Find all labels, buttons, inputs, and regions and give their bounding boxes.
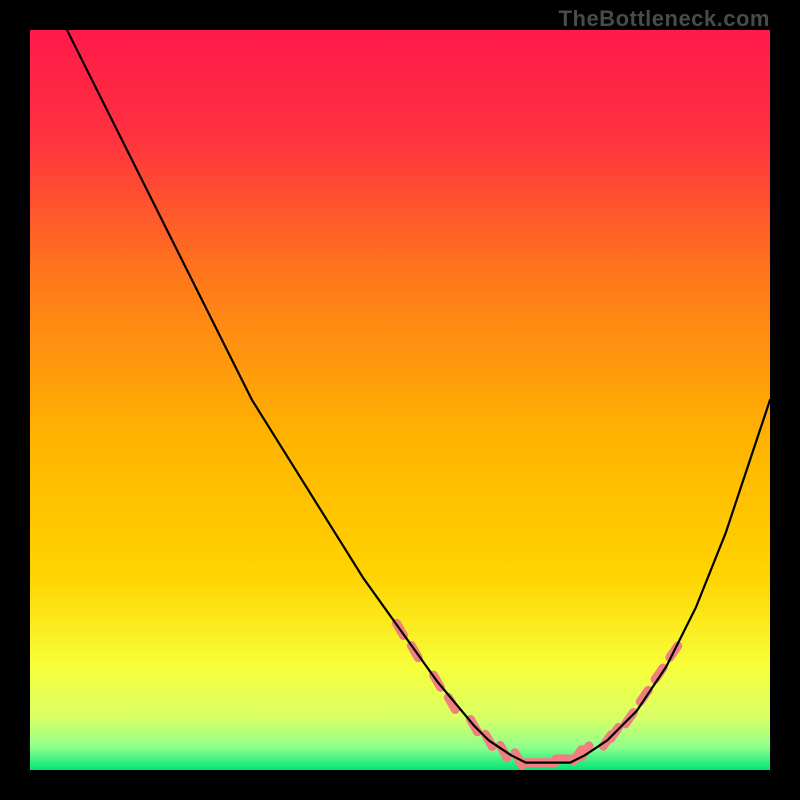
chart-frame: TheBottleneck.com <box>0 0 800 800</box>
watermark-text: TheBottleneck.com <box>559 6 770 32</box>
chart-svg <box>30 30 770 770</box>
marker-group <box>397 623 678 765</box>
plot-area <box>30 30 770 770</box>
